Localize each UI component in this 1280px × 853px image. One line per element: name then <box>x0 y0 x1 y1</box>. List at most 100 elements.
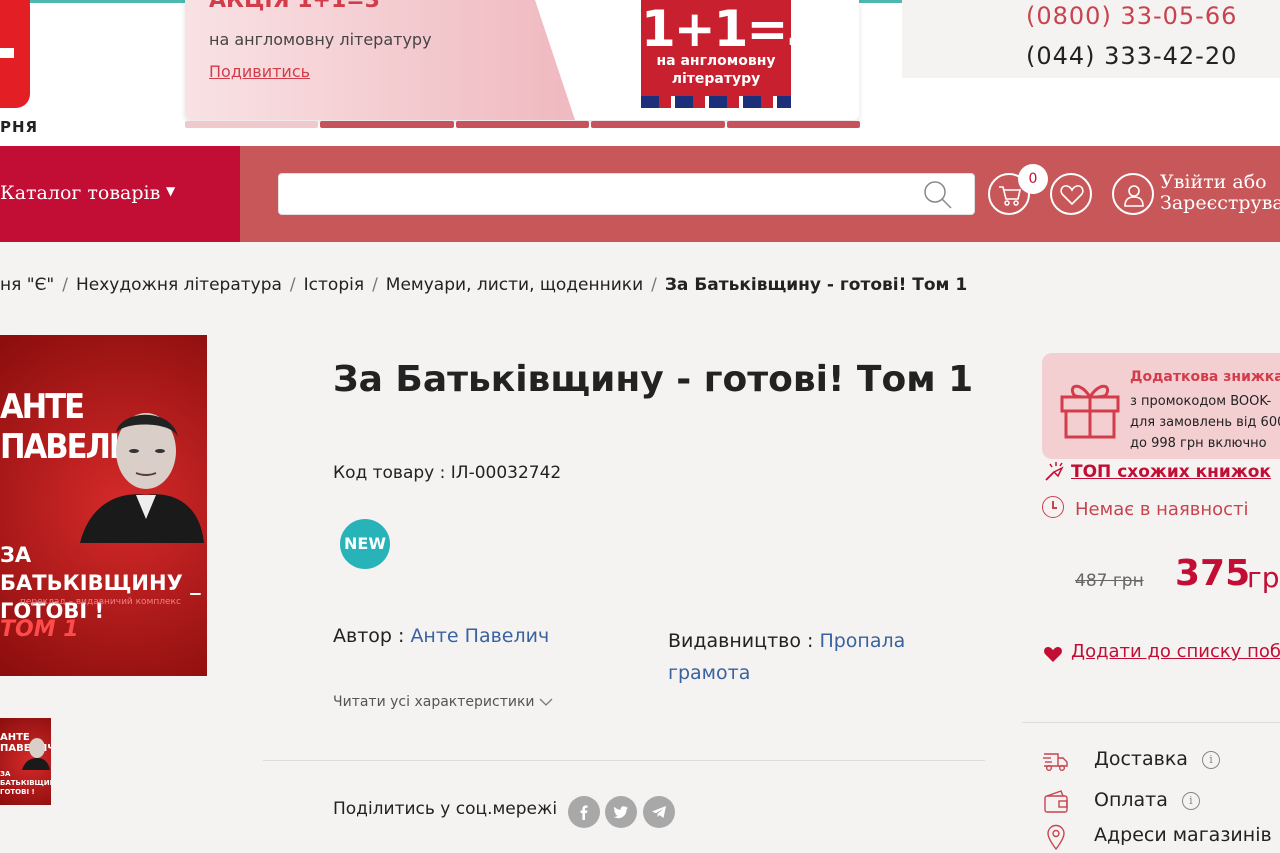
breadcrumb-item-home[interactable]: ня "Є" <box>0 275 54 295</box>
new-badge: NEW <box>340 519 390 569</box>
promo-slide-dot[interactable] <box>455 121 590 128</box>
info-icon[interactable]: i <box>1202 750 1220 769</box>
facebook-icon <box>580 805 588 820</box>
cart-count-badge: 0 <box>1018 164 1048 194</box>
store-logo[interactable] <box>0 0 30 108</box>
promo-subtitle: на англомовну літературу <box>209 30 432 49</box>
chevron-down-icon: ▼ <box>166 184 176 198</box>
twitter-icon <box>613 806 628 819</box>
section-divider <box>263 760 985 761</box>
book-thumbnail[interactable]: АНТЕ ПАВЕЛИЧ ЗА БАТЬКІВЩИНУ ГОТОВІ ! <box>0 718 51 805</box>
clock-icon <box>1042 496 1064 518</box>
heart-icon <box>1044 646 1062 662</box>
breadcrumb-item-history[interactable]: Історія <box>304 275 364 295</box>
heart-outline-icon <box>1060 185 1084 206</box>
current-price: 375 <box>1175 553 1251 594</box>
promo-banner[interactable]: АКЦІЯ 1+1=3 на англомовну літературу Под… <box>185 0 859 120</box>
add-to-wishlist-link[interactable]: Додати до списку побаж <box>1071 641 1280 662</box>
store-addresses-link[interactable]: Адреси магазинів <box>1094 824 1272 846</box>
promo-view-link[interactable]: Подивитись <box>209 62 310 81</box>
account-button[interactable] <box>1112 173 1154 215</box>
delivery-truck-icon <box>1043 753 1068 772</box>
promo-slide-dot[interactable] <box>726 121 861 128</box>
search-input[interactable] <box>278 173 975 215</box>
author-field: Автор : Анте Павелич <box>333 625 549 647</box>
promo-image-caption: на англомовну літературу <box>656 53 776 87</box>
telegram-share-button[interactable] <box>643 796 675 828</box>
location-pin-icon <box>1047 824 1065 850</box>
search-icon[interactable] <box>922 179 954 211</box>
top-header: РНЯ АКЦІЯ 1+1=3 на англомовну літературу… <box>0 0 1280 146</box>
delivery-label: Доставка <box>1094 748 1188 770</box>
discount-line: до 998 грн включно <box>1130 436 1267 451</box>
breadcrumb-item-nonfiction[interactable]: Нехудожня література <box>76 275 282 295</box>
characteristics-label: Читати усі характеристики <box>333 694 535 710</box>
all-characteristics-link[interactable]: Читати усі характеристики <box>333 694 553 710</box>
publisher-field: Видавництво : Пропала грамота <box>668 625 958 689</box>
product-code: Код товару : ІЛ-00032742 <box>333 463 561 483</box>
stock-status: Немає в наявності <box>1075 499 1249 520</box>
cover-translator-text: переклад – видавничий комплекс <box>20 597 181 607</box>
author-link[interactable]: Анте Павелич <box>410 625 549 647</box>
breadcrumb-current: За Батьківщину - готові! Том 1 <box>664 275 968 295</box>
cover-title-text: ЗА БАТЬКІВЩИНУ _ ГОТОВІ ! <box>0 543 201 623</box>
catalog-button[interactable]: Каталог товарів ▼ <box>0 146 240 242</box>
payment-info[interactable]: Оплата i <box>1094 789 1200 811</box>
price-currency: грн <box>1247 561 1280 594</box>
register-line: Зареєструвати <box>1160 192 1280 214</box>
discount-description: з промокодом BOOK- для замовлень від 600… <box>1130 391 1280 454</box>
share-label: Поділитись у соц.мережі <box>333 799 558 819</box>
main-nav: Каталог товарів ▼ Увійти або Зареєструва… <box>0 146 1280 242</box>
phone-block: (0800) 33-05-66 (044) 333-42-20 <box>902 0 1280 78</box>
user-icon <box>1124 185 1144 207</box>
breadcrumb: ня "Є" / Нехудожня література / Історія … <box>0 275 967 295</box>
author-label: Автор : <box>333 625 405 647</box>
promo-slide-dot[interactable] <box>185 121 319 128</box>
promo-slider-indicators <box>185 121 861 128</box>
phone-kyiv[interactable]: (044) 333-42-20 <box>1026 42 1237 70</box>
promo-slide-dot[interactable] <box>320 121 454 128</box>
gift-icon <box>1060 384 1120 439</box>
discount-title: Додаткова знижка <box>1130 369 1280 385</box>
cover-book-title: ЗА БАТЬКІВЩИНУ _ ГОТОВІ ! <box>0 541 207 625</box>
sparkle-pointer-icon <box>1045 462 1064 481</box>
thumb-title: ЗА БАТЬКІВЩИНУ ГОТОВІ ! <box>0 770 51 796</box>
facebook-share-button[interactable] <box>568 796 600 828</box>
phone-hotline[interactable]: (0800) 33-05-66 <box>1026 2 1237 30</box>
promo-background <box>185 0 575 120</box>
delivery-info[interactable]: Доставка i <box>1094 748 1220 770</box>
discount-line: для замовлень від 600 <box>1130 415 1280 430</box>
product-title: За Батьківщину - готові! Том 1 <box>333 359 974 400</box>
sidebar-divider <box>1022 722 1280 723</box>
promo-title: АКЦІЯ 1+1=3 <box>209 0 380 13</box>
book-cover-image[interactable]: АНТЕ ПАВЕЛИЧ ЗА БАТЬКІВЩИНУ _ ГОТОВІ ! п… <box>0 335 207 676</box>
breadcrumb-separator: / <box>62 275 68 295</box>
wallet-icon <box>1044 790 1068 813</box>
twitter-share-button[interactable] <box>605 796 637 828</box>
old-price: 487 грн <box>1075 571 1144 591</box>
cover-volume: ТОМ 1 <box>0 617 79 642</box>
promo-discount-card[interactable]: Додаткова знижка з промокодом BOOK- для … <box>1042 353 1280 459</box>
logo-mark <box>0 48 14 58</box>
breadcrumb-separator: / <box>289 275 296 295</box>
catalog-label: Каталог товарів <box>0 182 161 204</box>
info-icon[interactable]: i <box>1181 791 1200 810</box>
promo-flag-strip <box>641 96 791 108</box>
telegram-icon <box>652 806 666 818</box>
product-code-label: Код товару : <box>333 463 446 483</box>
promo-image[interactable]: 1+1=3 на англомовну літературу <box>641 0 791 108</box>
thumb-portrait-image <box>22 738 50 770</box>
promo-slide-dot[interactable] <box>591 121 725 128</box>
logo-text: РНЯ <box>0 118 39 136</box>
discount-line: з промокодом BOOK- <box>1130 394 1272 409</box>
product-code-value: ІЛ-00032742 <box>450 463 562 483</box>
login-register-link[interactable]: Увійти або Зареєструвати <box>1160 172 1280 214</box>
top-similar-books-link[interactable]: ТОП схожих книжок <box>1071 462 1271 482</box>
breadcrumb-item-memoirs[interactable]: Мемуари, листи, щоденники <box>386 275 643 295</box>
author-portrait-image <box>80 413 204 543</box>
login-line: Увійти або <box>1160 171 1267 193</box>
chevron-down-icon <box>539 698 553 706</box>
publisher-label: Видавництво : <box>668 630 814 652</box>
promo-image-headline: 1+1=3 <box>641 0 791 58</box>
wishlist-button[interactable] <box>1050 173 1092 215</box>
